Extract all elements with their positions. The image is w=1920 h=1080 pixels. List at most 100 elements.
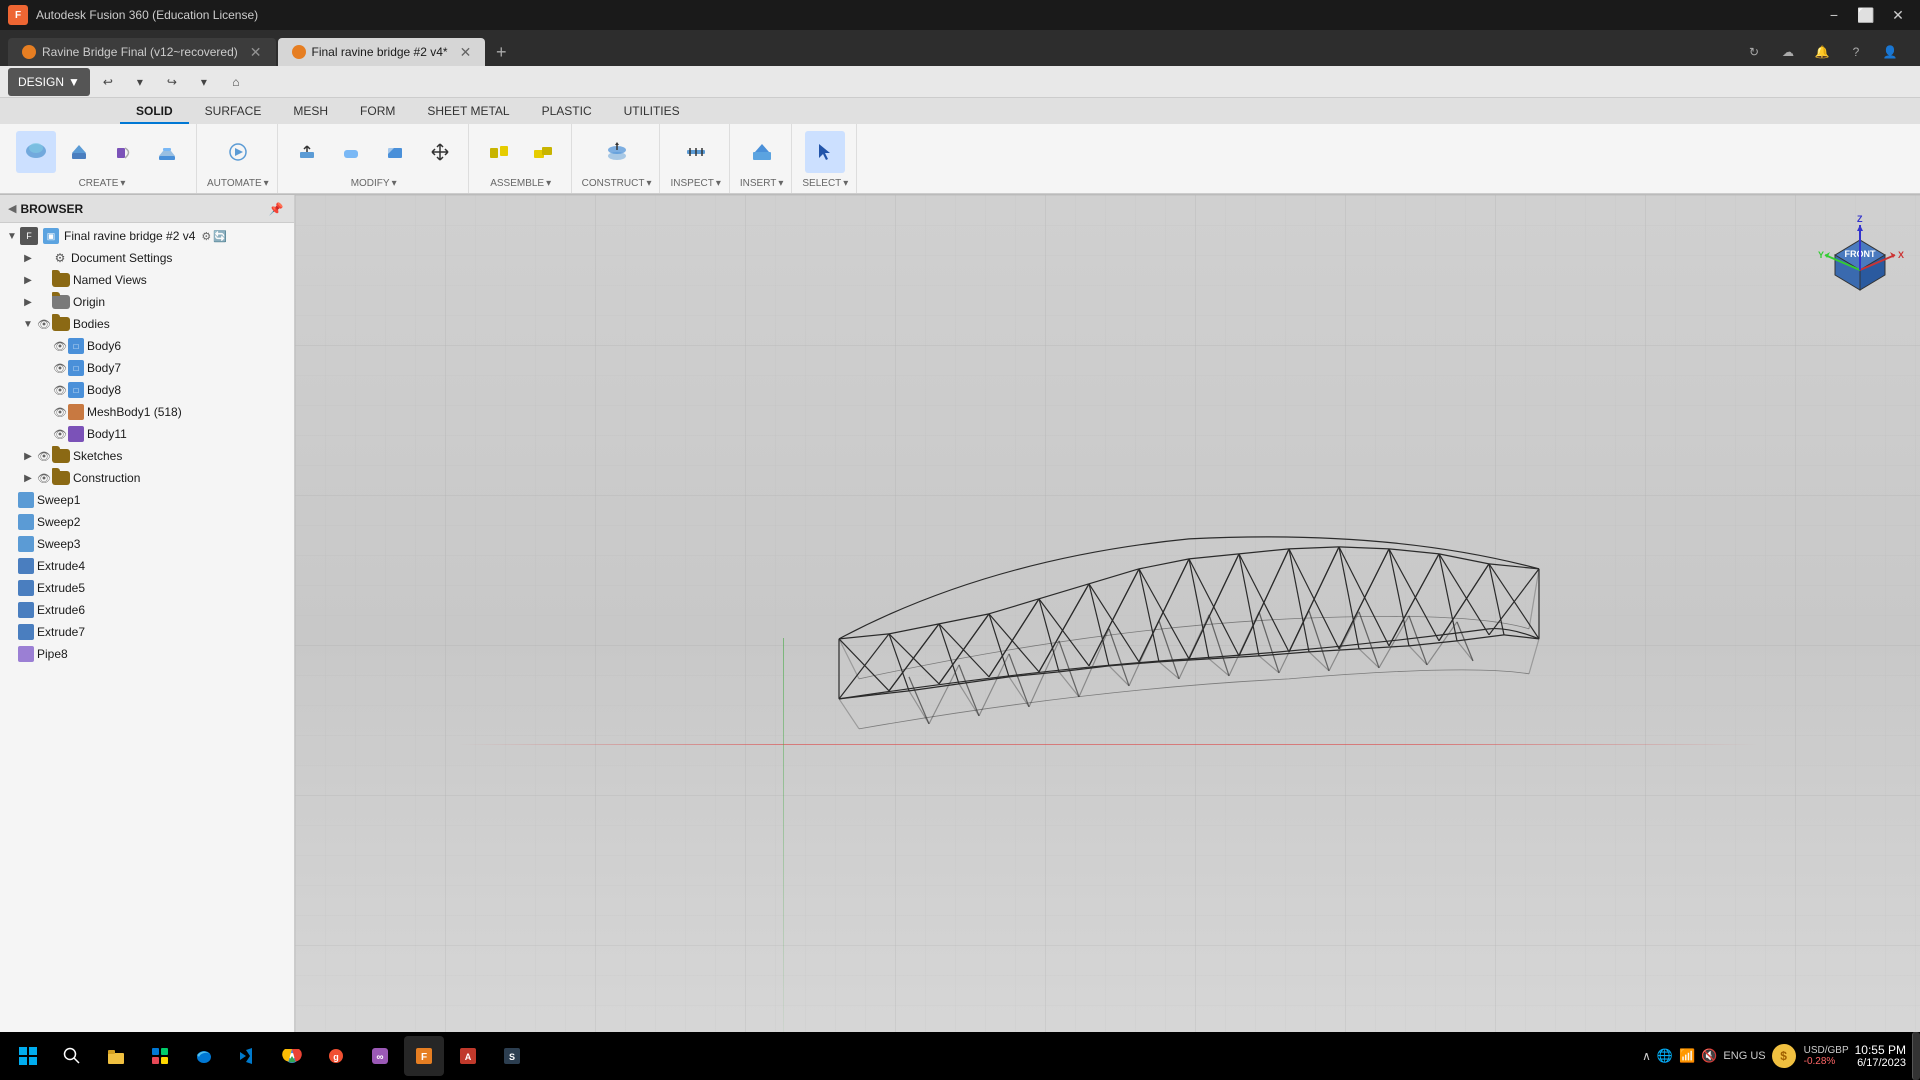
tool-fillet[interactable] xyxy=(332,131,372,173)
tree-named-views[interactable]: ▶ Named Views xyxy=(0,269,294,291)
redo-button[interactable]: ↪ xyxy=(158,68,186,96)
tab-surface[interactable]: SURFACE xyxy=(189,100,278,124)
edge-button[interactable] xyxy=(184,1036,224,1076)
tree-body8[interactable]: ▶ 👁 □ Body8 xyxy=(0,379,294,401)
bodies-expand[interactable]: ▼ xyxy=(20,316,36,332)
close-button[interactable]: ✕ xyxy=(1884,5,1912,25)
assemble-label[interactable]: ASSEMBLE ▾ xyxy=(490,178,551,189)
clock[interactable]: 10:55 PM 6/17/2023 xyxy=(1855,1043,1906,1069)
currency-display[interactable]: $ xyxy=(1772,1044,1796,1068)
notification-button[interactable]: 🔔 xyxy=(1808,38,1836,66)
store-button[interactable] xyxy=(140,1036,180,1076)
app12-button[interactable]: S xyxy=(492,1036,532,1076)
vscode-button[interactable] xyxy=(228,1036,268,1076)
doc-settings-expand[interactable]: ▶ xyxy=(20,250,36,266)
viewport[interactable]: FRONT X Y Z xyxy=(295,195,1920,1080)
inspect-label[interactable]: INSPECT ▾ xyxy=(670,178,720,189)
tool-offset-plane[interactable] xyxy=(597,131,637,173)
root-expand[interactable]: ▼ xyxy=(4,228,20,244)
speaker-icon[interactable]: 🔇 xyxy=(1701,1048,1717,1064)
tree-construction[interactable]: ▶ 👁 Construction xyxy=(0,467,294,489)
axis-cube[interactable]: FRONT X Y Z xyxy=(1810,205,1910,305)
named-views-expand[interactable]: ▶ xyxy=(20,272,36,288)
app9-button[interactable]: ∞ xyxy=(360,1036,400,1076)
body6-eye[interactable]: 👁 xyxy=(52,338,68,354)
tree-sketches[interactable]: ▶ 👁 Sketches xyxy=(0,445,294,467)
browser-pin[interactable]: 📌 xyxy=(266,199,286,219)
tree-pipe8[interactable]: Pipe8 xyxy=(0,643,294,665)
keyboard-icon[interactable]: ENG US xyxy=(1723,1050,1765,1062)
origin-expand[interactable]: ▶ xyxy=(20,294,36,310)
app11-button[interactable]: A xyxy=(448,1036,488,1076)
tab-sheetmetal[interactable]: SHEET METAL xyxy=(411,100,525,124)
tool-move[interactable] xyxy=(420,131,460,173)
modify-label[interactable]: MODIFY ▾ xyxy=(351,178,397,189)
select-label[interactable]: SELECT ▾ xyxy=(802,178,848,189)
tab-1[interactable]: Ravine Bridge Final (v12~recovered) ✕ xyxy=(8,38,276,66)
insert-label[interactable]: INSERT ▾ xyxy=(740,178,784,189)
design-dropdown[interactable]: DESIGN ▼ xyxy=(8,68,90,96)
tree-extrude4[interactable]: Extrude4 xyxy=(0,555,294,577)
create-label[interactable]: CREATE ▾ xyxy=(79,178,126,189)
wifi-icon[interactable]: 📶 xyxy=(1679,1048,1695,1064)
tab-plastic[interactable]: PLASTIC xyxy=(526,100,608,124)
undo-button[interactable]: ↩ xyxy=(94,68,122,96)
tree-doc-settings[interactable]: ▶ ⚙ Document Settings xyxy=(0,247,294,269)
tool-press-pull[interactable] xyxy=(288,131,328,173)
help-button[interactable]: ? xyxy=(1842,38,1870,66)
fusion360-button[interactable]: F xyxy=(404,1036,444,1076)
tree-root[interactable]: ▼ F ▣ Final ravine bridge #2 v4 ⚙ 🔄 xyxy=(0,225,294,247)
tab-1-close[interactable]: ✕ xyxy=(250,45,262,59)
tree-extrude7[interactable]: Extrude7 xyxy=(0,621,294,643)
profile-button[interactable]: 👤 xyxy=(1876,38,1904,66)
tree-sweep3[interactable]: Sweep3 xyxy=(0,533,294,555)
tool-joint[interactable] xyxy=(479,131,519,173)
chrome-button[interactable] xyxy=(272,1036,312,1076)
meshbody1-eye[interactable]: 👁 xyxy=(52,404,68,420)
redo-arrow[interactable]: ▾ xyxy=(190,68,218,96)
tool-insert-mesh[interactable] xyxy=(742,131,782,173)
tab-2-close[interactable]: ✕ xyxy=(460,45,472,59)
sketches-eye[interactable]: 👁 xyxy=(36,448,52,464)
tree-sweep2[interactable]: Sweep2 xyxy=(0,511,294,533)
tool-automate1[interactable] xyxy=(218,131,258,173)
show-desktop-button[interactable] xyxy=(1912,1032,1920,1080)
tool-new-component[interactable] xyxy=(16,131,56,173)
tool-extrude[interactable] xyxy=(60,131,100,173)
file-explorer-button[interactable] xyxy=(96,1036,136,1076)
home-button[interactable]: ⌂ xyxy=(222,68,250,96)
tree-extrude5[interactable]: Extrude5 xyxy=(0,577,294,599)
search-taskbar-button[interactable] xyxy=(52,1036,92,1076)
construction-expand[interactable]: ▶ xyxy=(20,470,36,486)
refresh-button[interactable]: ↻ xyxy=(1740,38,1768,66)
network-icon[interactable]: 🌐 xyxy=(1657,1048,1673,1064)
body11-eye[interactable]: 👁 xyxy=(52,426,68,442)
undo-arrow[interactable]: ▾ xyxy=(126,68,154,96)
tree-extrude6[interactable]: Extrude6 xyxy=(0,599,294,621)
tool-chamfer[interactable] xyxy=(376,131,416,173)
construct-label[interactable]: CONSTRUCT ▾ xyxy=(582,178,652,189)
tree-sweep1[interactable]: Sweep1 xyxy=(0,489,294,511)
new-tab-button[interactable]: + xyxy=(487,38,515,66)
tree-meshbody1[interactable]: ▶ 👁 MeshBody1 (518) xyxy=(0,401,294,423)
maximize-button[interactable]: ⬜ xyxy=(1852,5,1880,25)
automate-label[interactable]: AUTOMATE ▾ xyxy=(207,178,269,189)
sketches-expand[interactable]: ▶ xyxy=(20,448,36,464)
up-arrow-icon[interactable]: ∧ xyxy=(1642,1049,1651,1063)
tab-form[interactable]: FORM xyxy=(344,100,411,124)
git-button[interactable]: g xyxy=(316,1036,356,1076)
tool-loft[interactable] xyxy=(148,131,188,173)
start-button[interactable] xyxy=(8,1036,48,1076)
tab-solid[interactable]: SOLID xyxy=(120,100,189,124)
construction-eye[interactable]: 👁 xyxy=(36,470,52,486)
tree-bodies[interactable]: ▼ 👁 Bodies xyxy=(0,313,294,335)
settings-icon-sm[interactable]: ⚙ xyxy=(201,230,211,243)
tab-mesh[interactable]: MESH xyxy=(277,100,344,124)
browser-collapse[interactable]: ◀ xyxy=(8,202,16,215)
lock-icon-sm[interactable]: 🔄 xyxy=(213,230,227,243)
cloud-button[interactable]: ☁ xyxy=(1774,38,1802,66)
tab-utilities[interactable]: UTILITIES xyxy=(608,100,696,124)
body7-eye[interactable]: 👁 xyxy=(52,360,68,376)
tool-revolve[interactable] xyxy=(104,131,144,173)
body8-eye[interactable]: 👁 xyxy=(52,382,68,398)
